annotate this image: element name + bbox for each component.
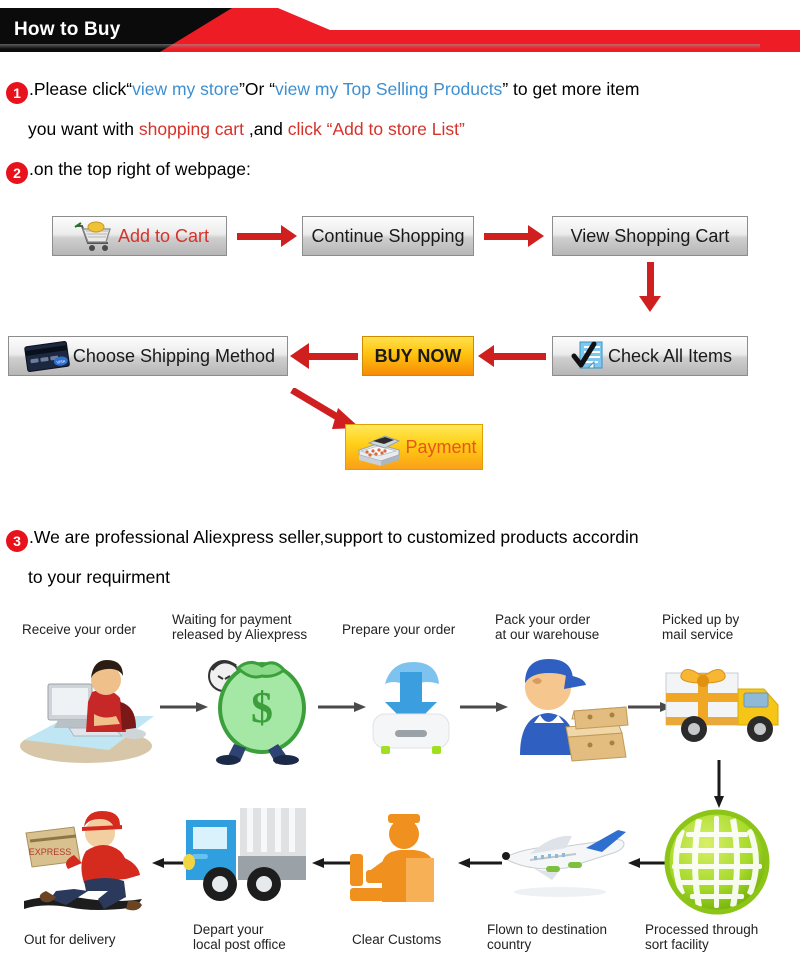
step-number-3: 3 [6, 530, 28, 552]
payment-label: Payment [405, 436, 477, 457]
shipping-label-out-for-delivery: Out for delivery [24, 932, 116, 947]
link-view-top-selling-products[interactable]: view my Top Selling Products [275, 79, 502, 99]
green-globe-icon [662, 808, 772, 916]
step1-seg4: ” to get more item [502, 79, 640, 99]
step3-l2-seg0: to your requirment [28, 567, 171, 587]
step3-seg0: .We are professional Aliexpress seller,s… [29, 527, 639, 547]
step-number-1: 1 [6, 82, 28, 104]
continue-shopping-label: Continue Shopping [311, 225, 465, 246]
shopping-cart-icon [70, 219, 116, 253]
airplane-icon-graphic [490, 818, 630, 904]
continue-shopping-button[interactable]: Continue Shopping [302, 216, 474, 256]
link-view-my-store[interactable]: view my store [132, 79, 239, 99]
step-1-line-2: you want with shopping cart ,and click “… [28, 110, 465, 148]
cash-register-icon [351, 427, 405, 467]
shipping-label-prepare-order: Prepare your order [342, 622, 456, 637]
money-bag-icon: $ [196, 648, 316, 766]
step1-l2-seg0: you want with [28, 119, 139, 139]
running-courier-icon: EXPRESS [16, 805, 166, 920]
buy-now-label: BUY NOW [374, 345, 462, 366]
view-shopping-cart-label: View Shopping Cart [570, 225, 730, 246]
checklist-icon [568, 338, 608, 374]
shipping-label-receive-order: Receive your order [22, 622, 137, 637]
shipping-label-processed-sort-facility: Processed through sort facility [645, 922, 759, 952]
download-box-icon [355, 650, 465, 760]
svg-text:$: $ [251, 683, 273, 732]
person-at-computer-icon [14, 650, 164, 765]
svg-text:EXPRESS: EXPRESS [29, 847, 72, 857]
step1-seg2: ”Or “ [239, 79, 276, 99]
banner-shadow [0, 44, 760, 49]
step1-l2-seg2: ,and [243, 119, 288, 139]
customs-officer-icon [346, 810, 456, 910]
blue-truck-icon [180, 800, 310, 910]
add-to-cart-label: Add to Cart [117, 225, 210, 246]
step-3-line-1: 3 .We are professional Aliexpress seller,… [6, 518, 639, 556]
delivery-truck-gift-icon [660, 655, 794, 765]
connector-arrow-down-truck-to-globe [713, 760, 725, 808]
step1-seg0: .Please click“ [29, 79, 133, 99]
view-shopping-cart-button[interactable]: View Shopping Cart [552, 216, 748, 256]
shipping-label-flown-destination: Flown to destination country [487, 922, 608, 952]
shipping-label-clear-customs: Clear Customs [352, 932, 442, 947]
page-title: How to Buy [14, 19, 121, 40]
shipping-label-depart-post-office: Depart your local post office [193, 922, 286, 952]
buy-now-button[interactable]: BUY NOW [362, 336, 474, 376]
step-2-line-1: 2 .on the top right of webpage: [6, 150, 251, 188]
add-to-cart-button[interactable]: Add to Cart [52, 216, 227, 256]
warehouse-worker-icon [500, 645, 630, 763]
check-all-items-label: Check All Items [607, 345, 733, 366]
check-all-items-button[interactable]: Check All Items [552, 336, 748, 376]
shipping-label-picked-up: Picked up by mail service [662, 612, 740, 642]
credit-card-icon: VISA [21, 339, 73, 373]
shipping-label-pack-order: Pack your order at our warehouse [495, 612, 600, 642]
step-1-line-1: 1 .Please click“view my store”Or “view my… [6, 70, 639, 108]
highlight-shopping-cart: shopping cart [138, 119, 244, 139]
highlight-add-to-store-list: click “Add to store List” [287, 119, 465, 139]
shipping-label-waiting-payment: Waiting for payment released by Aliexpre… [172, 612, 308, 642]
step-3-line-2: to your requirment [28, 558, 170, 596]
choose-shipping-method-button[interactable]: VISA Choose Shipping Method [8, 336, 288, 376]
choose-shipping-label: Choose Shipping Method [72, 345, 276, 366]
step-number-2: 2 [6, 162, 28, 184]
step2-seg0: .on the top right of webpage: [29, 159, 251, 179]
payment-button[interactable]: Payment [345, 424, 483, 470]
